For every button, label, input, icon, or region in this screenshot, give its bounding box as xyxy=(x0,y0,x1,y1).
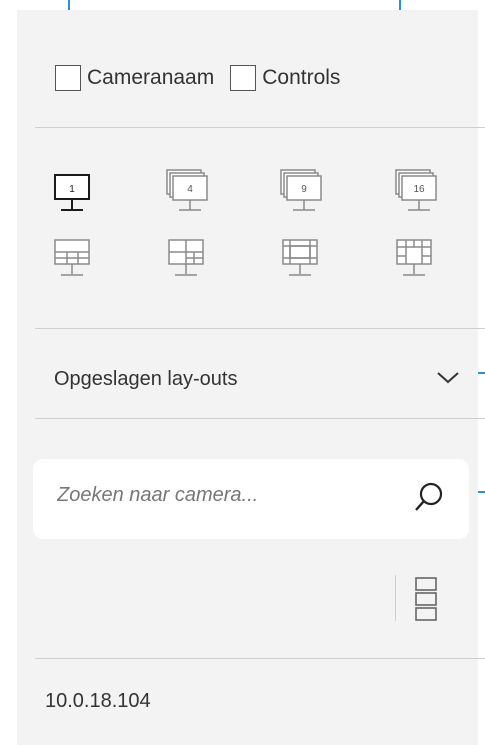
camera-name-label[interactable]: Cameranaam xyxy=(87,66,214,90)
display-options-row: Cameranaam Controls xyxy=(55,65,356,91)
search-icon[interactable] xyxy=(413,480,445,516)
svg-text:16: 16 xyxy=(413,184,425,195)
divider-layouts-bottom xyxy=(35,418,485,419)
controls-checkbox[interactable] xyxy=(230,65,257,91)
layout-mixed-3-icon[interactable] xyxy=(281,238,321,286)
camera-list-item[interactable]: 10.0.18.104 xyxy=(45,690,151,713)
chevron-down-icon[interactable] xyxy=(436,371,460,385)
divider-list-top xyxy=(35,658,485,659)
camera-search-input[interactable] xyxy=(55,483,399,508)
saved-layouts-label[interactable]: Opgeslagen lay-outs xyxy=(54,368,237,391)
camera-name-checkbox[interactable] xyxy=(55,65,81,91)
camera-search-box xyxy=(33,459,469,539)
divider-top xyxy=(35,127,485,128)
layout-mixed-2-icon[interactable] xyxy=(167,238,207,286)
layout-2x2-icon[interactable]: 4 xyxy=(165,168,209,220)
svg-text:1: 1 xyxy=(69,184,75,195)
layout-3x3-icon[interactable]: 9 xyxy=(279,168,323,220)
layout-mixed-4-icon[interactable] xyxy=(395,238,435,286)
layout-1x1-icon[interactable]: 1 xyxy=(53,173,93,219)
layout-4x4-icon[interactable]: 16 xyxy=(394,168,440,220)
view-toggle-separator xyxy=(395,575,396,621)
list-view-icon[interactable] xyxy=(414,576,438,622)
svg-text:9: 9 xyxy=(301,184,307,195)
layout-mixed-1-icon[interactable] xyxy=(53,238,93,286)
camera-sidebar-panel: Cameranaam Controls 1 4 9 16 Opgeslagen … xyxy=(17,10,485,745)
svg-text:4: 4 xyxy=(187,184,193,195)
controls-label[interactable]: Controls xyxy=(262,66,340,90)
divider-layouts-top xyxy=(35,328,485,329)
